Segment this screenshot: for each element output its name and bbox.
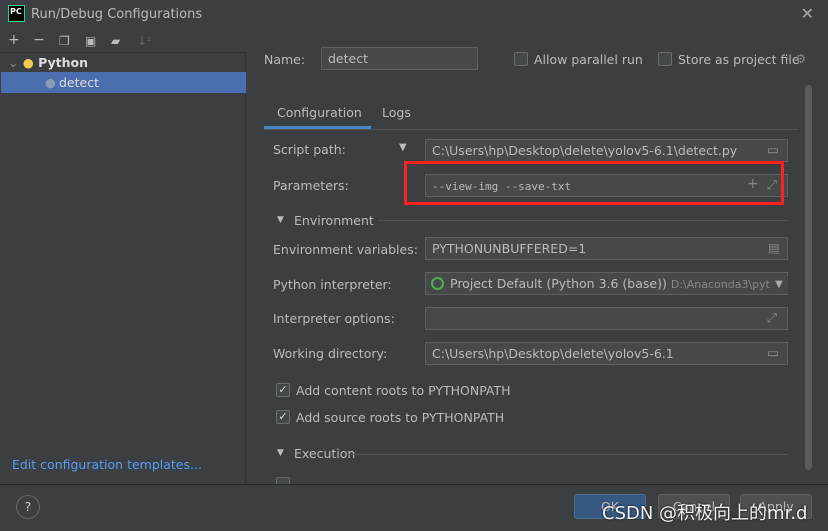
remove-icon[interactable]: − bbox=[33, 32, 45, 48]
environment-section: Environment bbox=[294, 213, 374, 228]
scrollbar[interactable] bbox=[805, 85, 812, 470]
interpreter-value: Project Default (Python 3.6 (base)) bbox=[450, 276, 667, 291]
watermark: CSDN @积极向上的mr.d bbox=[602, 503, 808, 524]
name-input[interactable]: detect bbox=[321, 47, 478, 70]
config-tree-panel bbox=[0, 52, 246, 484]
button-bar: ? OK Cancel Apply CSDN @积极向上的mr.d bbox=[0, 484, 828, 531]
collapse-icon[interactable]: ▼ bbox=[277, 215, 284, 225]
save-icon[interactable]: ▣ bbox=[85, 34, 96, 48]
env-vars-label: Environment variables: bbox=[273, 242, 418, 257]
close-icon[interactable]: ✕ bbox=[801, 4, 814, 23]
tree-item-detect[interactable]: ● detect bbox=[1, 72, 246, 93]
sort-icon[interactable]: ↓ᶻ bbox=[137, 34, 151, 48]
execution-section: Execution bbox=[294, 446, 356, 461]
store-project-checkbox[interactable] bbox=[658, 52, 672, 66]
folder-icon[interactable]: ▭ bbox=[767, 142, 779, 157]
copy-icon[interactable]: ❐ bbox=[59, 34, 70, 48]
chevron-down-icon[interactable]: ▼ bbox=[770, 276, 788, 294]
name-label: Name: bbox=[264, 52, 306, 67]
folder-add-icon[interactable]: ▰ bbox=[111, 34, 120, 48]
interp-options-input[interactable] bbox=[425, 307, 788, 330]
source-roots-label: Add source roots to PYTHONPATH bbox=[296, 410, 505, 425]
section-divider bbox=[378, 220, 788, 221]
allow-parallel-label: Allow parallel run bbox=[534, 52, 643, 67]
edit-templates-link[interactable]: Edit configuration templates... bbox=[12, 457, 202, 472]
python-interpreter-icon bbox=[431, 277, 444, 290]
folder-icon[interactable]: ▭ bbox=[767, 345, 779, 360]
tab-configuration[interactable]: Configuration bbox=[277, 105, 362, 120]
script-path-input[interactable]: C:\Users\hp\Desktop\delete\yolov5-6.1\de… bbox=[425, 139, 788, 162]
title-bar: PC Run/Debug Configurations ✕ bbox=[0, 0, 828, 30]
add-icon[interactable]: + bbox=[8, 32, 20, 48]
working-dir-label: Working directory: bbox=[273, 346, 388, 361]
expand-icon[interactable]: ⤢ bbox=[767, 310, 777, 326]
document-icon[interactable]: ▤ bbox=[768, 240, 780, 255]
source-roots-checkbox[interactable]: ✓ bbox=[276, 410, 290, 424]
section-divider bbox=[348, 454, 788, 455]
env-vars-input[interactable]: PYTHONUNBUFFERED=1 bbox=[425, 237, 788, 260]
highlight-box bbox=[404, 161, 784, 205]
interp-options-label: Interpreter options: bbox=[273, 311, 395, 326]
tree-item-label: detect bbox=[59, 75, 99, 90]
gear-icon[interactable]: ⚙ bbox=[795, 51, 806, 66]
store-project-label: Store as project file bbox=[678, 52, 800, 67]
help-button[interactable]: ? bbox=[16, 495, 40, 519]
content-roots-checkbox[interactable]: ✓ bbox=[276, 383, 290, 397]
window-title: Run/Debug Configurations bbox=[31, 7, 203, 22]
collapse-icon[interactable]: ▼ bbox=[277, 448, 284, 458]
tab-logs[interactable]: Logs bbox=[382, 105, 411, 120]
interpreter-select[interactable]: Project Default (Python 3.6 (base)) D:\A… bbox=[425, 272, 788, 295]
pycharm-logo: PC bbox=[8, 5, 25, 22]
content-roots-label: Add content roots to PYTHONPATH bbox=[296, 383, 511, 398]
tree-group-python[interactable]: ⌄ ● Python bbox=[8, 55, 88, 70]
allow-parallel-checkbox[interactable] bbox=[514, 52, 528, 66]
tab-divider bbox=[264, 129, 798, 130]
script-path-label: Script path: bbox=[273, 142, 346, 157]
script-type-dropdown[interactable]: ▼ bbox=[399, 142, 407, 153]
interpreter-label: Python interpreter: bbox=[273, 277, 392, 292]
parameters-label: Parameters: bbox=[273, 178, 349, 193]
tree-group-label: Python bbox=[38, 55, 89, 70]
working-dir-input[interactable]: C:\Users\hp\Desktop\delete\yolov5-6.1 bbox=[425, 342, 788, 365]
